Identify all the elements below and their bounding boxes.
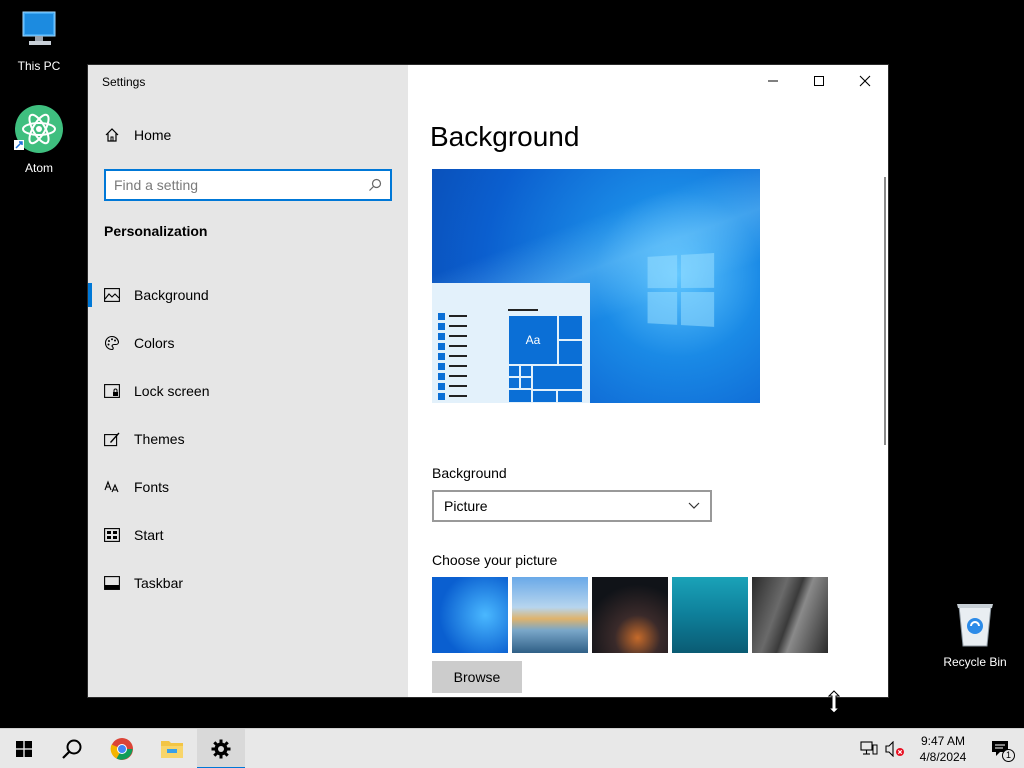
minimize-button[interactable] [750, 65, 796, 97]
gear-icon [211, 739, 231, 759]
desktop-icon-recycle-bin[interactable]: Recycle Bin [940, 600, 1010, 669]
sidebar-item-colors[interactable]: Colors [88, 319, 408, 367]
search-icon [62, 739, 82, 759]
volume-muted-icon [885, 741, 904, 757]
sidebar-item-lock-screen[interactable]: Lock screen [88, 367, 408, 415]
taskbar-file-explorer[interactable] [148, 729, 196, 768]
sidebar-item-label: Start [134, 527, 164, 543]
sidebar-item-label: Background [134, 287, 209, 303]
search-box[interactable] [104, 169, 392, 201]
desktop-icon-label: Atom [24, 161, 53, 175]
maximize-icon [814, 76, 824, 86]
app-title: Settings [102, 75, 146, 89]
sidebar-item-background[interactable]: Background [88, 271, 408, 319]
picture-thumbnail[interactable] [512, 577, 588, 653]
sidebar-item-label: Themes [134, 431, 185, 447]
start-button[interactable] [0, 729, 48, 768]
minimize-icon [768, 80, 778, 82]
clock[interactable]: 9:47 AM 4/8/2024 [908, 733, 978, 765]
browse-button[interactable]: Browse [432, 661, 522, 693]
palette-icon [104, 335, 120, 351]
dropdown-value: Picture [444, 498, 488, 514]
desktop-icon-label: Recycle Bin [943, 655, 1007, 669]
background-type-dropdown[interactable]: Picture [432, 490, 712, 522]
volume-button[interactable] [882, 729, 908, 768]
chrome-icon [110, 738, 133, 760]
background-preview: Aa [432, 169, 760, 403]
background-label: Background [432, 465, 507, 481]
start-menu-preview: Aa [432, 283, 590, 403]
chevron-down-icon [688, 502, 700, 509]
sidebar-nav: Background Colors Lock screen Themes Fon… [88, 271, 408, 607]
picture-thumbnail[interactable] [752, 577, 828, 653]
system-tray: 9:47 AM 4/8/2024 1 [856, 729, 1024, 768]
desktop-icon-label: This PC [17, 59, 61, 73]
search-input[interactable] [114, 177, 368, 193]
clock-time: 9:47 AM [920, 734, 966, 748]
notification-count: 1 [1002, 749, 1015, 762]
scrollbar[interactable] [884, 177, 886, 445]
action-center-button[interactable]: 1 [978, 729, 1024, 768]
sidebar-item-themes[interactable]: Themes [88, 415, 408, 463]
desktop-icon-atom[interactable]: Atom [4, 104, 74, 175]
computer-icon [22, 11, 56, 45]
page-title: Background [430, 121, 580, 152]
taskbar-search-button[interactable] [48, 729, 96, 768]
picture-thumbnails [432, 577, 828, 653]
picture-thumbnail[interactable] [432, 577, 508, 653]
preview-tile-text: Aa [508, 315, 558, 365]
sidebar-item-taskbar[interactable]: Taskbar [88, 559, 408, 607]
taskbar: 9:47 AM 4/8/2024 1 [0, 728, 1024, 768]
network-button[interactable] [856, 729, 882, 768]
picture-thumbnail[interactable] [592, 577, 668, 653]
clock-date: 4/8/2024 [919, 750, 967, 764]
settings-window: Settings Home Personalization Background [88, 65, 888, 697]
sidebar-item-label: Fonts [134, 479, 170, 495]
close-icon [859, 75, 871, 87]
image-icon [104, 287, 120, 303]
start-icon [104, 527, 120, 543]
sidebar-item-fonts[interactable]: Fonts [88, 463, 408, 511]
home-icon [105, 128, 119, 142]
resize-cursor-icon [828, 690, 840, 714]
windows-start-icon [16, 741, 32, 757]
recycle-bin-icon [957, 604, 993, 647]
sidebar-item-label: Lock screen [134, 383, 210, 399]
search-icon[interactable] [368, 178, 382, 192]
folder-icon [161, 741, 183, 758]
sidebar: Settings Home Personalization Background [88, 65, 408, 697]
sidebar-item-start[interactable]: Start [88, 511, 408, 559]
taskbar-settings[interactable] [197, 729, 245, 768]
choose-picture-label: Choose your picture [432, 552, 558, 568]
atom-app-icon [14, 105, 63, 153]
home-label: Home [134, 127, 172, 143]
desktop-icon-this-pc[interactable]: This PC [4, 8, 74, 73]
fonts-icon [104, 479, 120, 495]
taskbar-icon [104, 575, 120, 591]
home-link[interactable]: Home [104, 127, 171, 143]
main-content: Background Aa Background Picture Choose … [408, 65, 888, 697]
lock-screen-icon [104, 383, 120, 399]
network-icon [860, 741, 878, 755]
section-title: Personalization [104, 223, 208, 239]
picture-thumbnail[interactable] [672, 577, 748, 653]
taskbar-chrome[interactable] [98, 729, 146, 768]
maximize-button[interactable] [796, 65, 842, 97]
window-controls [750, 65, 888, 97]
sidebar-item-label: Taskbar [134, 575, 184, 591]
close-button[interactable] [842, 65, 888, 97]
windows-logo-icon [647, 253, 717, 329]
themes-icon [104, 431, 120, 447]
sidebar-item-label: Colors [134, 335, 175, 351]
